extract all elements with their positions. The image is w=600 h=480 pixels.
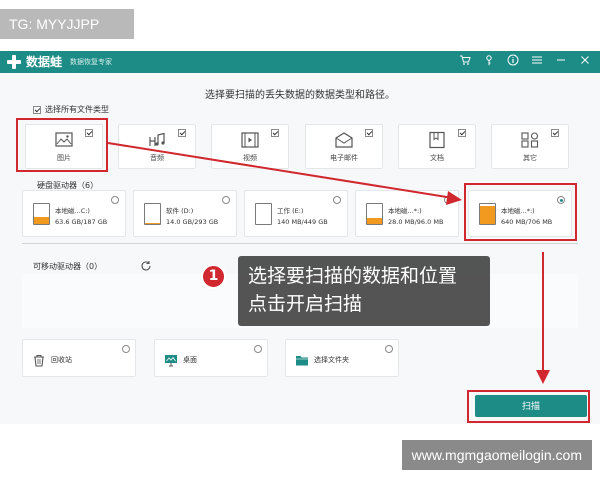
callout-line-1: 选择要扫描的数据和位置: [248, 265, 458, 287]
instruction-callout: 选择要扫描的数据和位置 点击开启扫描: [238, 256, 490, 326]
watermark-top: TG: MYYJJPP: [0, 9, 134, 39]
arrowhead-to-scan: [536, 370, 550, 384]
arrowhead-to-drive: [446, 191, 462, 205]
annotation-arrows: [107, 142, 550, 384]
arrow-to-drive: [107, 142, 454, 199]
callout-line-2: 点击开启扫描: [248, 293, 363, 315]
page: 数据蛙 数据恢复专家 选择要扫描的丢失数据的数据类型和路径。 选择所有文件类型 …: [0, 0, 600, 480]
watermark-bottom: www.mgmgaomeilogin.com: [401, 440, 592, 470]
step-badge: 1: [201, 264, 226, 289]
